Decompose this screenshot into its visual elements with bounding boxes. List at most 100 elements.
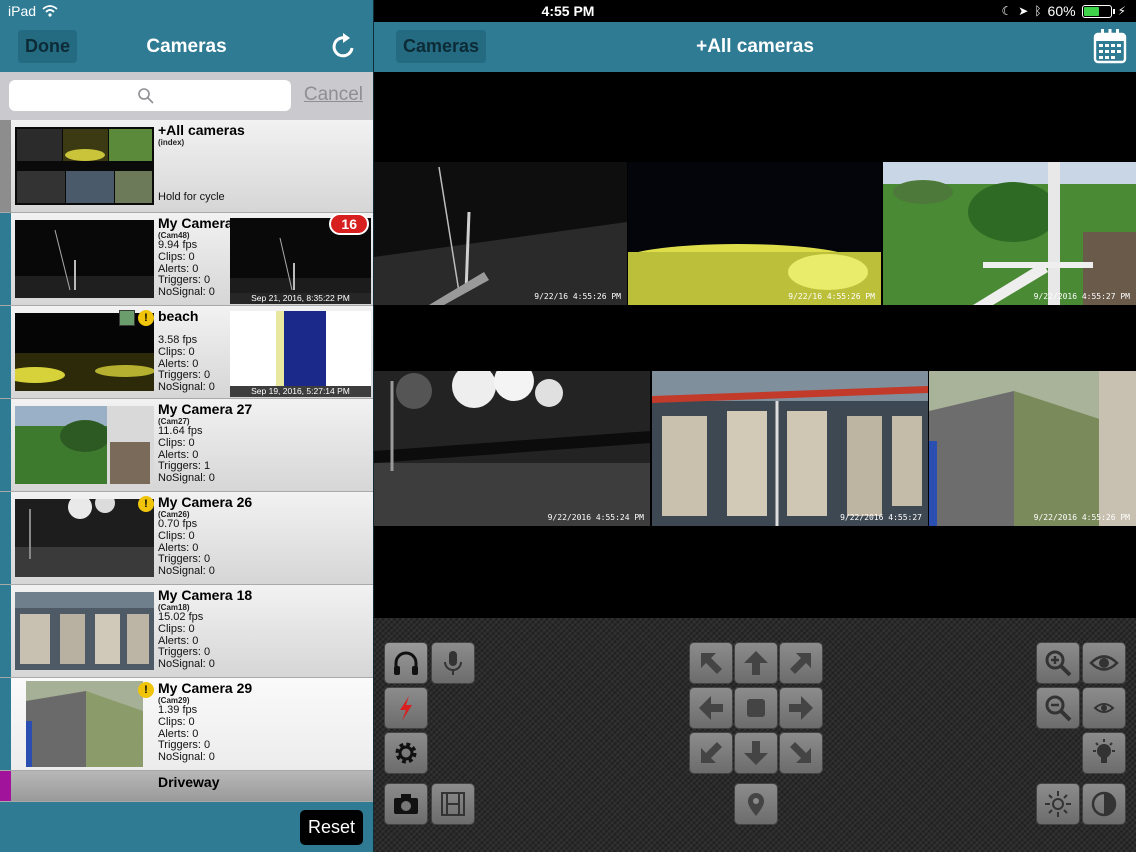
snapshot-button[interactable] [384, 783, 428, 825]
left-navigation-bar: Done Cameras [0, 22, 373, 72]
camera-name: beach [158, 308, 199, 324]
clips-count: Clips: 0 [158, 622, 195, 635]
clock: 4:55 PM [541, 3, 595, 19]
refresh-icon[interactable] [331, 32, 357, 60]
video-tile-camera-18[interactable]: 9/22/2016 4:55:27 [652, 371, 928, 526]
recording-icon [119, 310, 135, 326]
zoom-out-icon [1045, 695, 1072, 722]
warning-icon: ! [138, 310, 154, 326]
search-input[interactable] [159, 84, 279, 106]
camera-stats: 15.02 fps Clips: 0 Alerts: 0 Triggers: 0… [158, 611, 215, 671]
video-tile-camera-26[interactable]: 9/22/2016 4:55:24 PM [374, 371, 650, 526]
tilt-up-button[interactable] [734, 642, 778, 684]
video-timestamp: 9/22/2016 4:55:27 PM [1033, 292, 1130, 301]
video-grid[interactable]: 9/22/16 4:55:26 PM 9/22/16 4:55:26 PM 9/… [374, 72, 1136, 618]
hold-hint: Hold for cycle [158, 191, 225, 203]
pan-right-button[interactable] [779, 687, 823, 729]
zoom-in-icon [1045, 650, 1072, 677]
list-item-camera-29[interactable]: ! My Camera 29 (Cam29) 1.39 fps Clips: 0… [0, 678, 373, 771]
preset-location-button[interactable] [734, 783, 778, 825]
list-item-camera-48[interactable]: My Camera 48 (Cam48) 9.94 fps Clips: 0 A… [0, 213, 373, 306]
video-timestamp: 9/22/2016 4:55:26 PM [1033, 513, 1130, 522]
charging-icon: ⚡ [1117, 4, 1126, 18]
warning-icon: ! [138, 496, 154, 512]
location-icon: ➤ [1018, 4, 1029, 18]
left-footer: Reset [0, 802, 373, 852]
tilt-down-button[interactable] [734, 732, 778, 774]
camera-thumbnail [15, 499, 154, 577]
search-field[interactable] [9, 80, 291, 111]
ir-light-button[interactable] [1082, 732, 1126, 774]
video-tile-camera-48[interactable]: 9/22/16 4:55:26 PM [374, 162, 627, 305]
moon-icon: ☾ [1001, 4, 1013, 18]
camera-stats: 0.70 fps Clips: 0 Alerts: 0 Triggers: 0 … [158, 518, 215, 578]
arrow-down-right-icon [790, 742, 811, 763]
cancel-button[interactable]: Cancel [304, 84, 363, 106]
alert-timestamp: Sep 21, 2016, 8:35:22 PM [230, 293, 371, 304]
list-item-camera-27[interactable]: My Camera 27 (Cam27) 11.64 fps Clips: 0 … [0, 399, 373, 492]
battery-icon [1081, 4, 1115, 18]
film-strip-icon [441, 792, 465, 816]
camera-stats: 11.64 fps Clips: 0 Alerts: 0 Triggers: 1… [158, 425, 215, 485]
pan-up-left-button[interactable] [689, 642, 733, 684]
pan-down-left-button[interactable] [689, 732, 733, 774]
arrow-right-icon [789, 696, 813, 720]
camera-thumbnail [15, 220, 154, 298]
list-item-all-cameras[interactable]: +All cameras (index) Hold for cycle [0, 120, 373, 213]
sun-icon [1045, 791, 1071, 817]
camera-list[interactable]: +All cameras (index) Hold for cycle My C… [0, 120, 373, 802]
stop-icon [747, 699, 765, 717]
nosignal-count: NoSignal: 0 [158, 472, 215, 485]
brightness-button[interactable] [1036, 783, 1080, 825]
row-stripe [0, 492, 11, 584]
clips-count: Clips: 0 [158, 250, 195, 263]
pan-down-right-button[interactable] [779, 732, 823, 774]
video-tile-camera-27[interactable]: 9/22/2016 4:55:27 PM [883, 162, 1136, 305]
battery-percent: 60% [1047, 3, 1076, 19]
camera-name: My Camera 27 [158, 401, 253, 417]
reset-button[interactable]: Reset [299, 810, 363, 845]
group-name: Driveway [158, 774, 220, 790]
control-panel [374, 618, 1136, 852]
camera-thumbnail [26, 681, 143, 767]
gear-icon [395, 742, 417, 764]
view-title: +All cameras [696, 36, 814, 57]
camera-icon [394, 794, 418, 814]
talk-button[interactable] [431, 642, 475, 684]
eye-icon [1089, 655, 1119, 671]
record-clip-button[interactable] [431, 783, 475, 825]
contrast-button[interactable] [1082, 783, 1126, 825]
row-stripe [0, 678, 11, 770]
listen-button[interactable] [384, 642, 428, 684]
zoom-in-button[interactable] [1036, 642, 1080, 684]
iris-close-button[interactable] [1082, 687, 1126, 729]
camera-name: My Camera 29 [158, 680, 253, 696]
camera-thumbnail [15, 592, 154, 670]
list-item-camera-26[interactable]: ! My Camera 26 (Cam26) 0.70 fps Clips: 0… [0, 492, 373, 585]
settings-button[interactable] [384, 732, 428, 774]
list-item-beach[interactable]: ! beach 3.58 fps Clips: 0 Alerts: 0 Trig… [0, 306, 373, 399]
nosignal-count: NoSignal: 0 [158, 286, 215, 299]
iris-open-button[interactable] [1082, 642, 1126, 684]
light-bulb-icon [1093, 739, 1115, 763]
camera-stats: 9.94 fps Clips: 0 Alerts: 0 Triggers: 0 … [158, 239, 215, 299]
clips-count: Clips: 0 [158, 715, 195, 728]
row-stripe [0, 306, 11, 398]
trigger-button[interactable] [384, 687, 428, 729]
ptz-stop-button[interactable] [734, 687, 778, 729]
video-tile-camera-29[interactable]: 9/22/2016 4:55:26 PM [929, 371, 1136, 526]
pan-up-right-button[interactable] [779, 642, 823, 684]
list-item-driveway[interactable]: Driveway [0, 771, 373, 802]
arrow-up-right-icon [790, 653, 811, 674]
pan-left-button[interactable] [689, 687, 733, 729]
arrow-down-icon [744, 741, 768, 765]
nosignal-count: NoSignal: 0 [158, 751, 215, 764]
nosignal-count: NoSignal: 0 [158, 658, 215, 671]
list-item-camera-18[interactable]: My Camera 18 (Cam18) 15.02 fps Clips: 0 … [0, 585, 373, 678]
latest-alert-thumbnail[interactable]: Sep 19, 2016, 5:27:14 PM [230, 311, 371, 397]
battery-level [1083, 6, 1099, 16]
calendar-icon[interactable] [1093, 28, 1127, 64]
zoom-out-button[interactable] [1036, 687, 1080, 729]
row-stripe [0, 120, 11, 212]
video-tile-beach[interactable]: 9/22/16 4:55:26 PM [628, 162, 881, 305]
